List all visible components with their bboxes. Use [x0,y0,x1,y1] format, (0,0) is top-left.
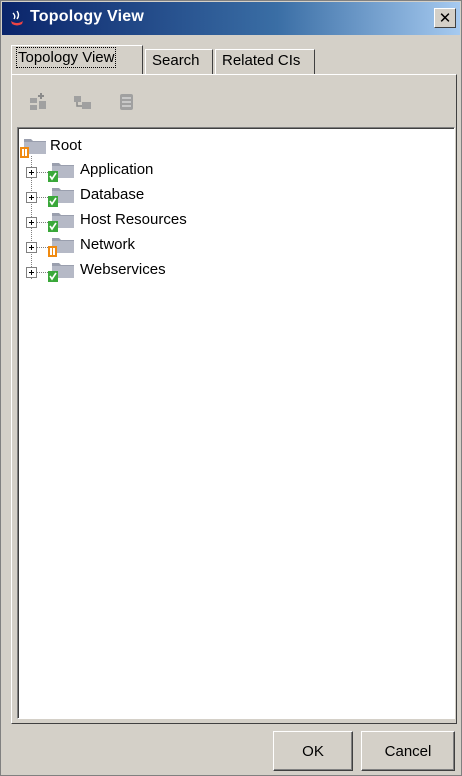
tab-topology-view-label: Topology View [15,47,117,68]
title-bar[interactable]: Topology View ✕ [2,2,460,35]
tree-node-label: Root [50,137,82,154]
dialog-button-bar: OK Cancel [11,731,457,771]
close-button[interactable]: ✕ [434,8,456,28]
tree-node-label: Database [80,186,145,203]
tree-node-label: Application [80,161,154,178]
cancel-button[interactable]: Cancel [361,731,455,771]
cancel-button-label: Cancel [384,742,432,760]
topology-view-window: Topology View ✕ Topology View Search Rel… [0,0,462,776]
tree-node-label: Host Resources [80,211,187,228]
ok-folder-icon [48,188,74,207]
add-to-view-icon[interactable] [27,91,49,113]
tree-node-label: Network [80,236,136,253]
tab-related-cis[interactable]: Related CIs [215,49,315,74]
database-icon[interactable] [115,91,137,113]
tree-node-label: Webservices [80,261,166,278]
topology-tree[interactable]: Root Application Database Host Resources… [17,127,455,719]
tab-search-label: Search [152,52,200,69]
java-cup-icon [11,10,23,26]
tab-related-cis-label: Related CIs [222,52,301,69]
ok-button-label: OK [302,742,324,760]
ok-folder-icon [48,263,74,282]
expand-toggle[interactable] [26,267,37,278]
expand-toggle[interactable] [26,242,37,253]
warning-folder-icon [48,238,74,257]
expand-toggle[interactable] [26,167,37,178]
expand-toggle[interactable] [26,192,37,203]
close-icon: ✕ [438,9,452,27]
expand-view-icon[interactable] [71,91,93,113]
expand-toggle[interactable] [26,217,37,228]
tab-search[interactable]: Search [145,49,213,74]
warning-folder-icon [20,139,46,158]
ok-folder-icon [48,163,74,182]
tab-topology-view[interactable]: Topology View [11,45,143,75]
ok-folder-icon [48,213,74,232]
ok-button[interactable]: OK [273,731,353,771]
window-title: Topology View [30,8,145,25]
